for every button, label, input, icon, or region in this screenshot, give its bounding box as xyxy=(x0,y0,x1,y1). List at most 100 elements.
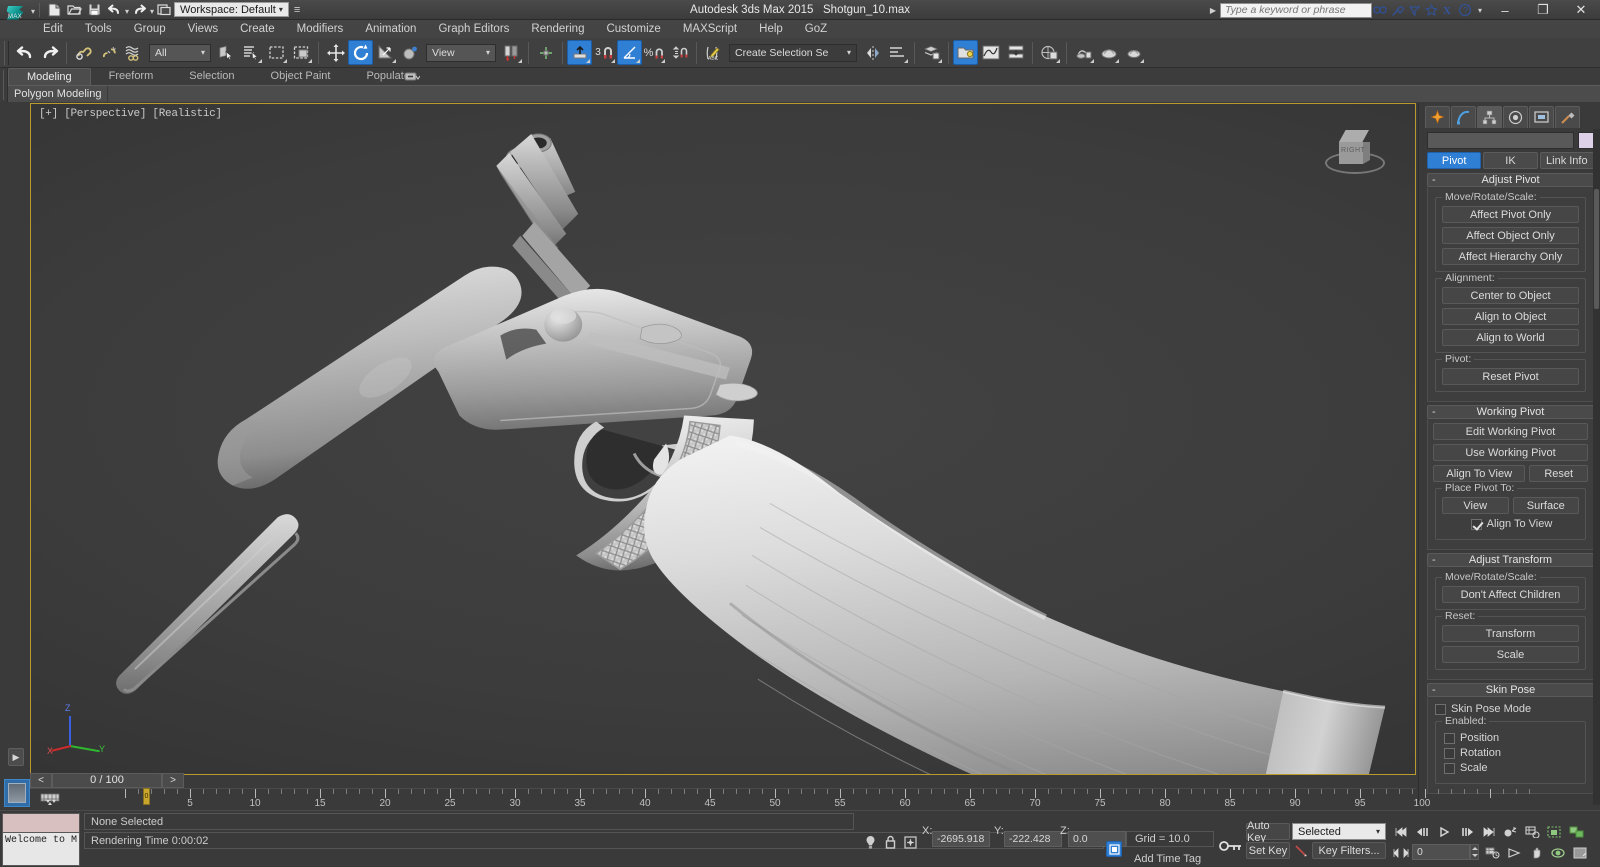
undo-scene-icon[interactable] xyxy=(12,40,37,65)
track-bar-ruler[interactable]: 0 5 10 15 20 25 30 35 40 45 50 55 60 65 … xyxy=(70,788,1530,811)
menu-item-customize[interactable]: Customize xyxy=(595,20,671,38)
select-and-link-icon[interactable] xyxy=(71,40,96,65)
place-pivot-surface-button[interactable]: Surface xyxy=(1512,497,1579,514)
render-frame-window-icon[interactable] xyxy=(1096,40,1121,65)
selection-filter-dropdown[interactable]: All ▾ xyxy=(149,43,211,62)
rollout-header-adjust-transform[interactable]: - Adjust Transform xyxy=(1427,553,1594,567)
goto-start-icon[interactable] xyxy=(1390,823,1411,840)
menu-item-group[interactable]: Group xyxy=(123,20,177,38)
unlink-selection-icon[interactable] xyxy=(96,40,121,65)
toolbar-grip[interactable] xyxy=(4,40,9,65)
select-and-place-icon[interactable] xyxy=(398,40,423,65)
maxscript-output-pane[interactable] xyxy=(3,814,79,833)
select-object-icon[interactable] xyxy=(214,40,239,65)
ribbon-tab-object-paint[interactable]: Object Paint xyxy=(253,68,349,85)
snaps-toggle-icon[interactable] xyxy=(567,40,592,65)
skin-pose-mode-checkbox[interactable]: Skin Pose Mode xyxy=(1435,703,1588,715)
align-to-world-button[interactable]: Align to World xyxy=(1442,329,1579,346)
enabled-position-checkbox[interactable]: Position xyxy=(1444,732,1579,744)
checkbox-box[interactable] xyxy=(1444,732,1455,744)
menu-item-modifiers[interactable]: Modifiers xyxy=(286,20,355,38)
ribbon-tab-selection[interactable]: Selection xyxy=(171,68,252,85)
shotgun-3d-model[interactable] xyxy=(31,104,1415,775)
viewcube-top-face[interactable] xyxy=(1339,130,1369,142)
viewport-canvas[interactable]: [+] [Perspective] [Realistic] RIGHT Z Y … xyxy=(31,104,1415,774)
viewport-left-flyout-handle[interactable]: ▶ xyxy=(8,748,24,766)
redo-icon[interactable] xyxy=(129,1,149,19)
layer-manager-icon[interactable] xyxy=(919,40,944,65)
menu-item-rendering[interactable]: Rendering xyxy=(520,20,595,38)
rectangular-selection-region-icon[interactable] xyxy=(264,40,289,65)
menu-item-animation[interactable]: Animation xyxy=(354,20,427,38)
checkbox-box[interactable] xyxy=(1444,747,1455,759)
create-tab[interactable] xyxy=(1425,106,1450,128)
viewport-thumbnail-toggle[interactable] xyxy=(4,779,30,807)
new-file-icon[interactable] xyxy=(44,1,64,19)
maximize-button[interactable]: ❐ xyxy=(1524,0,1562,20)
favorites-icon[interactable] xyxy=(1423,1,1440,19)
align-to-view-button[interactable]: Align To View xyxy=(1433,465,1526,482)
ribbon-grip[interactable] xyxy=(0,68,8,102)
communication-icon[interactable] xyxy=(1406,1,1423,19)
maxscript-input-pane[interactable]: Welcome to M xyxy=(3,833,79,865)
render-setup-icon[interactable] xyxy=(1071,40,1096,65)
angle-snap-toggle-icon[interactable]: 3 xyxy=(592,40,617,65)
coord-x-field[interactable]: -2695.918 xyxy=(932,831,990,847)
reset-scale-button[interactable]: Scale xyxy=(1442,646,1579,663)
spinner-snap-toggle-icon[interactable] xyxy=(667,40,692,65)
ribbon-minimize-icon[interactable] xyxy=(404,69,434,84)
project-folder-icon[interactable] xyxy=(154,1,174,19)
reset-working-pivot-button[interactable]: Reset xyxy=(1529,465,1588,482)
reset-transform-button[interactable]: Transform xyxy=(1442,625,1579,642)
track-view-key-icon[interactable] xyxy=(38,791,62,807)
menu-item-goz[interactable]: GoZ xyxy=(794,20,838,38)
use-pivot-point-center-icon[interactable] xyxy=(499,40,524,65)
align-to-object-button[interactable]: Align to Object xyxy=(1442,308,1579,325)
zoom-extents-icon[interactable] xyxy=(1544,823,1565,840)
affect-hierarchy-only-button[interactable]: Affect Hierarchy Only xyxy=(1442,248,1579,265)
workspace-overflow-icon[interactable]: ≡ xyxy=(294,4,300,16)
help-icon[interactable]: ? xyxy=(1457,1,1474,19)
ribbon-panel-polygon-modeling[interactable]: Polygon Modeling xyxy=(8,86,109,102)
viewcube[interactable]: RIGHT xyxy=(1323,126,1387,182)
close-button[interactable]: ✕ xyxy=(1562,0,1600,20)
place-pivot-view-button[interactable]: View xyxy=(1442,497,1509,514)
previous-frame-icon[interactable] xyxy=(1412,823,1433,840)
hierarchy-tab[interactable] xyxy=(1477,106,1502,128)
subtab-pivot[interactable]: Pivot xyxy=(1427,152,1482,169)
key-mode-toggle-button[interactable] xyxy=(1500,823,1521,840)
absolute-relative-transform-icon[interactable] xyxy=(900,833,920,851)
use-working-pivot-button[interactable]: Use Working Pivot xyxy=(1433,444,1588,461)
reset-pivot-button[interactable]: Reset Pivot xyxy=(1442,368,1579,385)
coord-y-field[interactable]: -222.428 xyxy=(1004,831,1062,847)
select-and-scale-icon[interactable] xyxy=(373,40,398,65)
align-icon[interactable] xyxy=(885,40,910,65)
search-input[interactable] xyxy=(1219,2,1372,18)
goto-end-icon[interactable] xyxy=(1478,823,1499,840)
menu-item-graph-editors[interactable]: Graph Editors xyxy=(427,20,520,38)
viewcube-cube[interactable]: RIGHT xyxy=(1337,130,1373,166)
infocenter-expand-icon[interactable]: ▶ xyxy=(1206,6,1220,15)
align-to-view-checkbox[interactable]: Align To View xyxy=(1444,518,1579,530)
search-icon[interactable] xyxy=(1372,1,1389,19)
menu-item-help[interactable]: Help xyxy=(748,20,794,38)
open-file-icon[interactable] xyxy=(64,1,84,19)
modify-tab[interactable] xyxy=(1451,106,1476,128)
angle-snap-active-icon[interactable] xyxy=(617,40,642,65)
rollout-header-working-pivot[interactable]: - Working Pivot xyxy=(1427,405,1594,419)
reference-coordinate-dropdown[interactable]: View ▾ xyxy=(426,43,496,62)
render-production-icon[interactable] xyxy=(1121,40,1146,65)
select-and-manipulate-icon[interactable] xyxy=(533,40,558,65)
named-selection-sets-dropdown[interactable]: Create Selection Se ▾ xyxy=(729,43,857,62)
exchange-icon[interactable]: X xyxy=(1440,1,1457,19)
window-crossing-toggle-icon[interactable] xyxy=(289,40,314,65)
maxscript-mini-listener[interactable]: Welcome to M xyxy=(2,813,80,866)
ribbon-tab-freeform[interactable]: Freeform xyxy=(91,68,172,85)
bind-to-space-warp-icon[interactable] xyxy=(121,40,146,65)
percent-snap-toggle-icon[interactable]: % xyxy=(642,40,667,65)
checkbox-box[interactable] xyxy=(1435,703,1446,715)
key-filters-button[interactable]: Key Filters... xyxy=(1312,842,1386,859)
checkbox-box[interactable] xyxy=(1444,762,1455,774)
redo-scene-icon[interactable] xyxy=(37,40,62,65)
time-config-gear-icon[interactable] xyxy=(1482,844,1503,861)
